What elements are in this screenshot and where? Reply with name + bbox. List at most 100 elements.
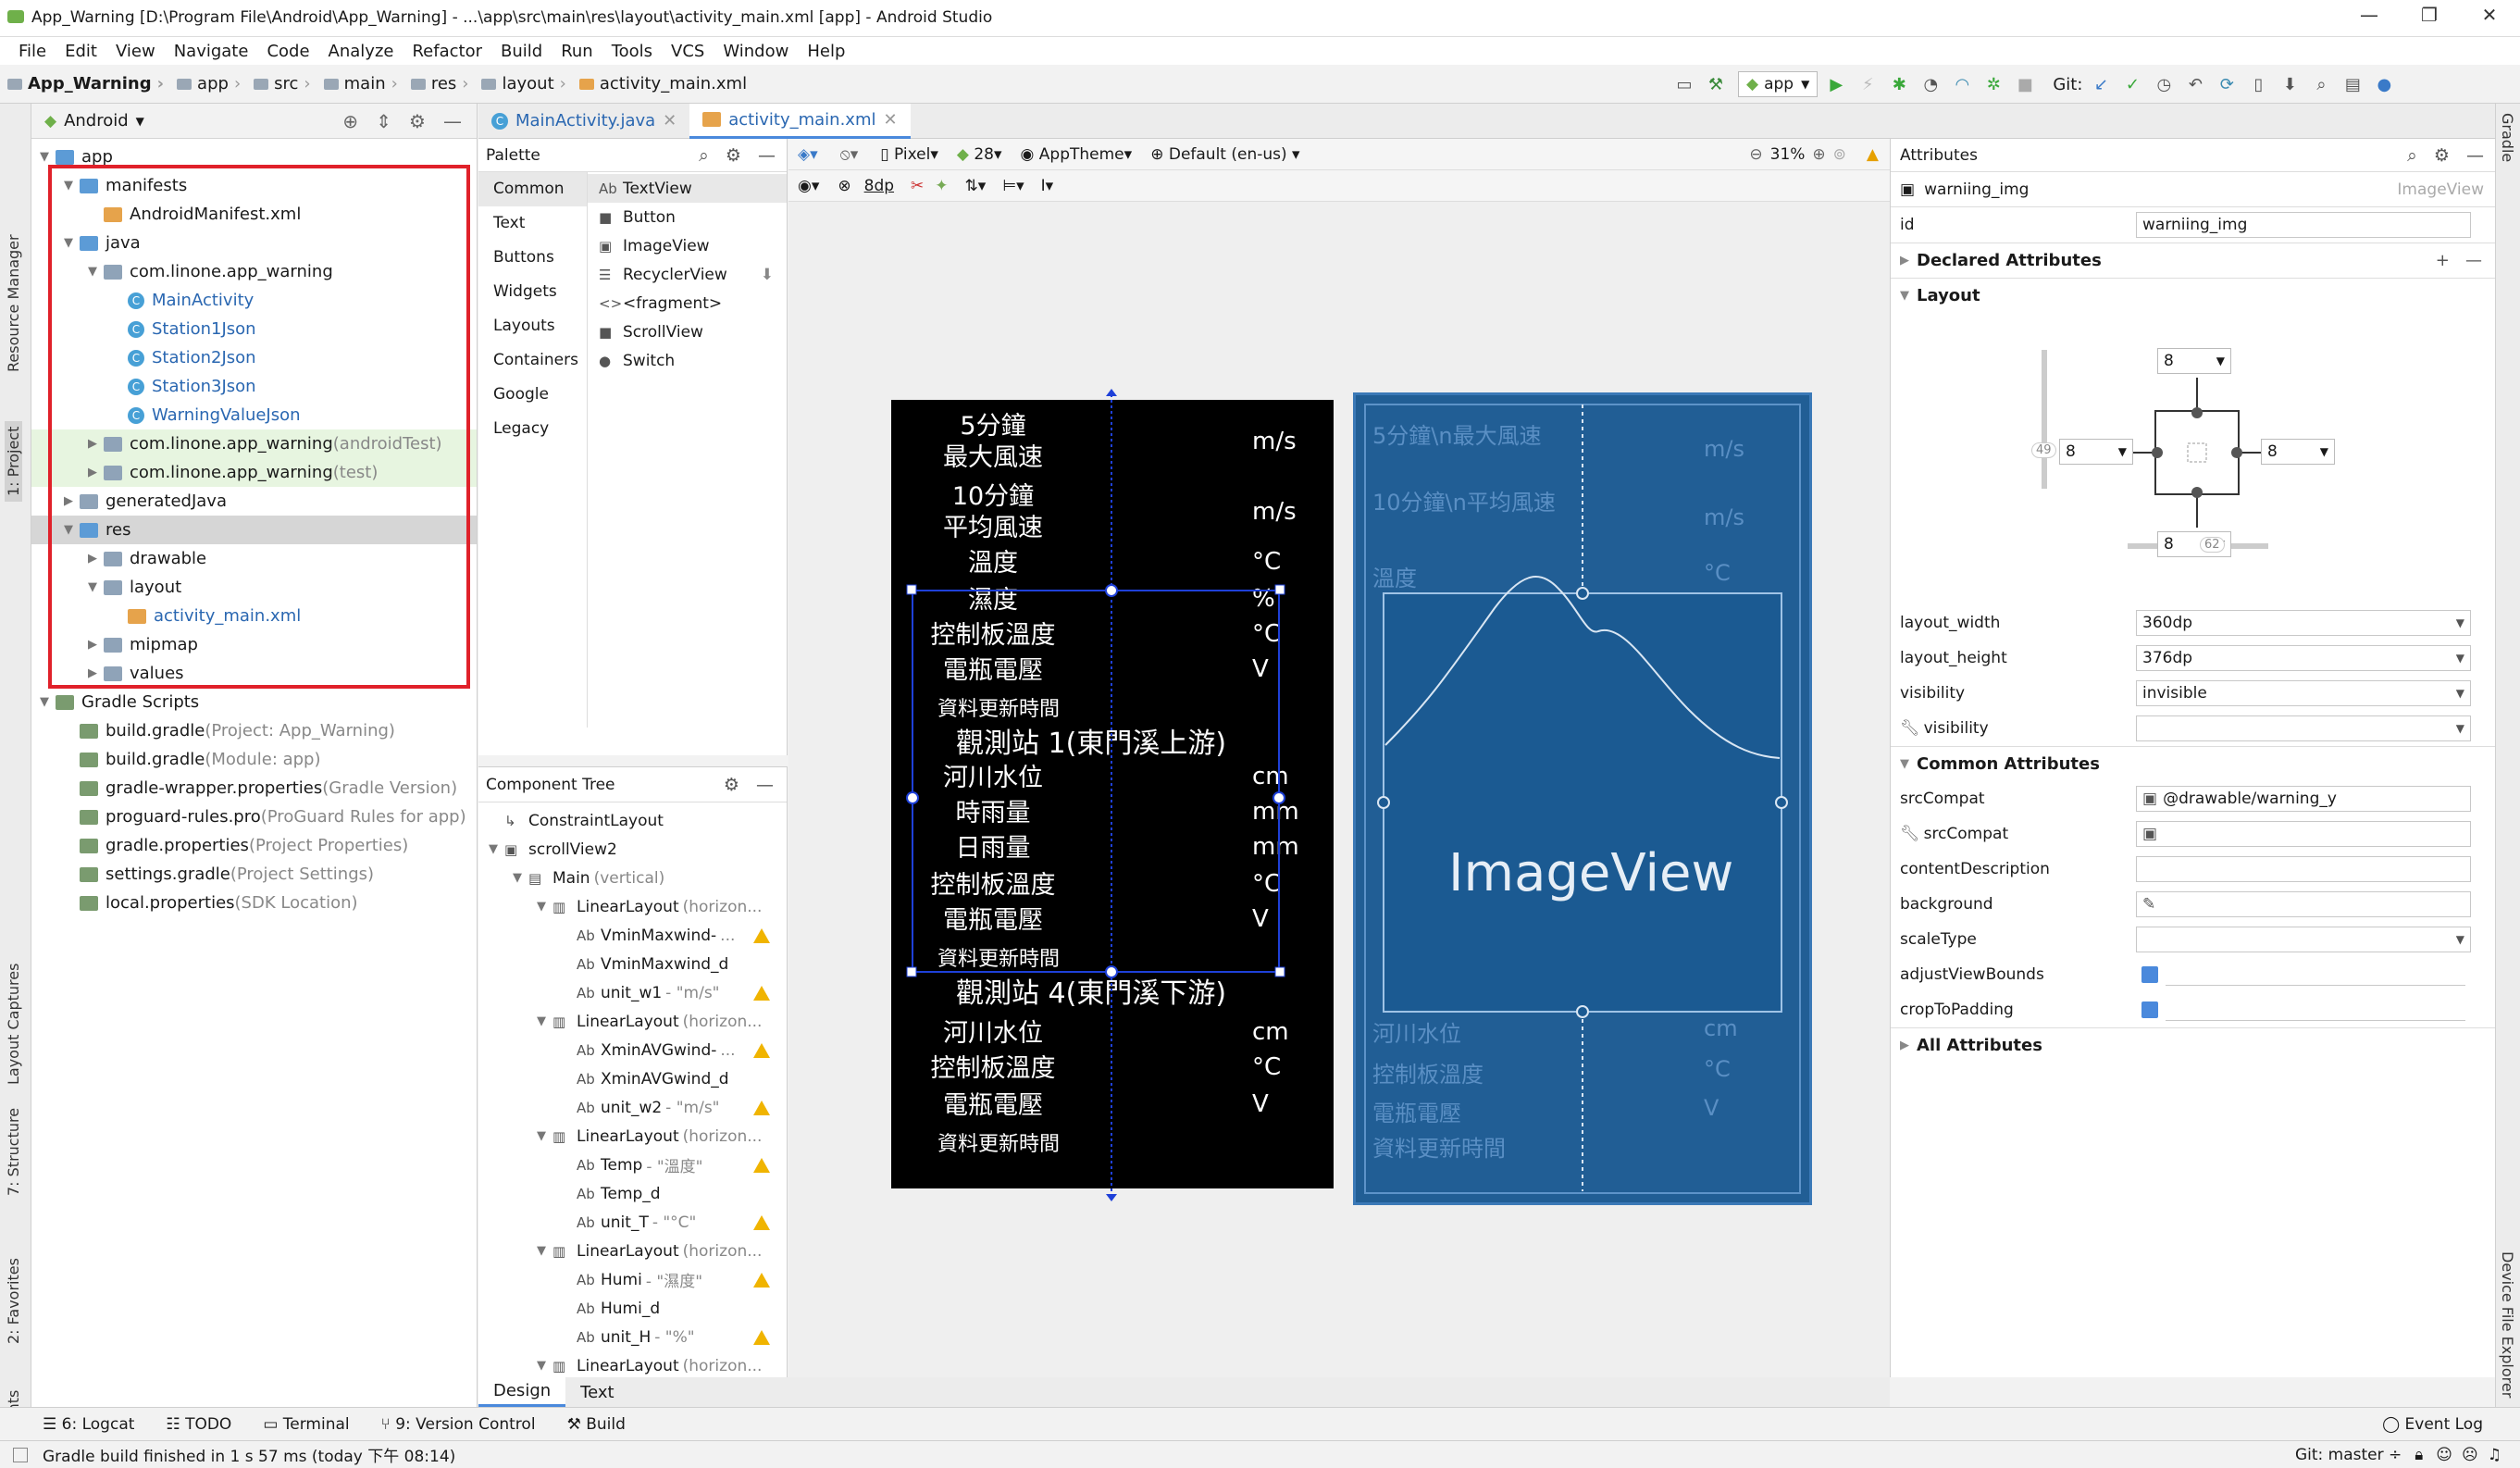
expand-arrow-icon[interactable]: ▼	[534, 900, 549, 914]
breadcrumb-item[interactable]: main ›	[323, 74, 403, 93]
component-tree-item[interactable]: Ab VminMaxwind-...	[478, 921, 787, 950]
attribute-value[interactable]: ▼	[2136, 927, 2471, 952]
zoom-in-icon[interactable]: ⊕	[1812, 145, 1825, 164]
theme-select[interactable]: ◉ AppTheme▾	[1021, 145, 1133, 164]
default-margin[interactable]: 8dp	[864, 177, 894, 195]
layout-section[interactable]: ▼ Layout	[1891, 278, 2495, 313]
search-icon[interactable]: ⌕	[699, 145, 709, 166]
declared-attributes-section[interactable]: ▶ Declared Attributes + —	[1891, 243, 2495, 278]
menu-edit[interactable]: Edit	[65, 42, 97, 61]
menu-navigate[interactable]: Navigate	[174, 42, 249, 61]
collapse-icon[interactable]: ⇕	[376, 110, 391, 132]
tab-text[interactable]: Text	[565, 1377, 628, 1407]
tab-design[interactable]: Design	[478, 1377, 566, 1407]
top-anchor[interactable]	[1576, 587, 1589, 600]
tab-terminal[interactable]: ▭ Terminal	[263, 1415, 349, 1434]
warning-icon[interactable]	[753, 1214, 770, 1230]
component-tree-item[interactable]: ▼ ▥ LinearLayout (horizon...	[478, 1351, 787, 1380]
tab-mainactivity[interactable]: C MainActivity.java ✕	[478, 104, 689, 139]
infer-constraints-icon[interactable]: ✦	[935, 177, 948, 195]
design-blueprint-icon[interactable]: ◈▾	[798, 145, 818, 164]
menu-help[interactable]: Help	[807, 42, 845, 61]
menu-window[interactable]: Window	[723, 42, 788, 61]
palette-category-layouts[interactable]: Layouts	[478, 309, 587, 343]
gear-icon[interactable]: ⚙	[2434, 145, 2450, 166]
git-update-icon[interactable]: ↙	[2088, 71, 2114, 97]
menu-run[interactable]: Run	[561, 42, 593, 61]
menu-build[interactable]: Build	[501, 42, 542, 61]
warning-icon[interactable]	[753, 1042, 770, 1058]
tab-resource-manager[interactable]: Resource Manager	[5, 234, 22, 372]
lock-icon[interactable]: 🔒︎	[2414, 1446, 2423, 1464]
profiler-icon[interactable]: ◠	[1949, 71, 1975, 97]
debug-icon[interactable]: ✱	[1886, 71, 1912, 97]
component-tree-item[interactable]: Ab Humi - "濕度"	[478, 1265, 787, 1294]
remove-icon[interactable]: —	[2465, 251, 2482, 270]
component-tree-item[interactable]: Ab unit_w1- "m/s"	[478, 978, 787, 1007]
close-icon[interactable]: ✕	[883, 110, 897, 130]
restore-icon[interactable]: ❐	[2411, 4, 2448, 31]
palette-category-legacy[interactable]: Legacy	[478, 412, 587, 446]
chevron-down-icon[interactable]: ▼	[2456, 933, 2464, 946]
chevron-down-icon[interactable]: ▼	[2456, 722, 2464, 735]
resize-handle[interactable]	[1274, 584, 1285, 595]
project-tree-item[interactable]: local.properties (SDK Location)	[31, 889, 477, 917]
menu-tools[interactable]: Tools	[612, 42, 652, 61]
warning-icon[interactable]	[753, 1100, 770, 1115]
run-icon[interactable]: ▶	[1823, 71, 1849, 97]
component-tree-item[interactable]: Ab unit_H - "%"	[478, 1323, 787, 1351]
expand-arrow-icon[interactable]: ▼	[37, 695, 52, 709]
tab-todo[interactable]: ☷ TODO	[166, 1415, 231, 1434]
palette-item[interactable]: ● Switch	[588, 346, 787, 375]
smiley-icon[interactable]: ☺	[2436, 1446, 2452, 1464]
attribute-value[interactable]: invisible ▼	[2136, 680, 2471, 706]
breadcrumb-item[interactable]: src ›	[254, 74, 316, 93]
view-options-icon[interactable]: ◉▾	[798, 177, 819, 195]
menu-view[interactable]: View	[116, 42, 155, 61]
project-tree-item[interactable]: build.gradle (Module: app)	[31, 745, 477, 774]
margin-top-select[interactable]: 8 ▼	[2157, 348, 2231, 374]
tab-structure[interactable]: 7: Structure	[5, 1108, 22, 1196]
blueprint-view[interactable]: 5分鐘\n最大風速 10分鐘\n平均風速 溫度 河川水位 控制板溫度 電瓶電壓 資料更新時間…	[1353, 392, 1812, 1205]
common-attributes-section[interactable]: ▼ Common Attributes	[1891, 746, 2495, 781]
tab-version-control[interactable]: ⑂ 9: Version Control	[381, 1415, 536, 1434]
palette-category-common[interactable]: Common	[478, 172, 587, 206]
run-config-select[interactable]: ◆ app ▼	[1738, 71, 1819, 97]
component-tree-item[interactable]: Ab Temp - "溫度"	[478, 1151, 787, 1179]
menu-analyze[interactable]: Analyze	[329, 42, 394, 61]
breadcrumb-item[interactable]: activity_main.xml	[578, 74, 747, 93]
expand-arrow-icon[interactable]: ▼	[510, 871, 525, 885]
attribute-value[interactable]: 376dp ▼	[2136, 645, 2471, 671]
expand-arrow-icon[interactable]: ▼	[534, 1014, 549, 1028]
hide-icon[interactable]: —	[758, 145, 776, 166]
expand-arrow-icon[interactable]: ▼	[534, 1359, 549, 1373]
left-anchor[interactable]	[906, 791, 919, 804]
component-tree-item[interactable]: ▼ ▤ Main (vertical)	[478, 864, 787, 892]
device-select[interactable]: ▯ Pixel▾	[880, 145, 938, 164]
download-icon[interactable]: ⬇	[761, 266, 774, 284]
chevron-down-icon[interactable]: ▼	[2456, 616, 2464, 629]
pack-icon[interactable]: ⇅▾	[965, 177, 987, 195]
component-tree-item[interactable]: ▼ ▣ scrollView2	[478, 835, 787, 864]
palette-item[interactable]: <> <fragment>	[588, 289, 787, 317]
tab-layout-captures[interactable]: Layout Captures	[5, 964, 22, 1085]
palette-item[interactable]: ■ ScrollView	[588, 317, 787, 346]
chevron-down-icon[interactable]: ▼	[2456, 687, 2464, 700]
right-anchor[interactable]	[1272, 791, 1285, 804]
color-picker-icon[interactable]: ✎	[2142, 895, 2155, 914]
hide-icon[interactable]: —	[443, 110, 462, 132]
chevron-down-icon[interactable]: ▼	[136, 115, 144, 128]
palette-item[interactable]: ▣ ImageView	[588, 231, 787, 260]
tab-build[interactable]: ⚒ Build	[567, 1415, 626, 1434]
warning-icon[interactable]	[753, 927, 770, 943]
expand-arrow-icon[interactable]: ▼	[534, 1129, 549, 1143]
hide-icon[interactable]: —	[2466, 145, 2484, 166]
component-tree-item[interactable]: ▼ ▥ LinearLayout (horizon...	[478, 1122, 787, 1151]
warning-icon[interactable]	[753, 985, 770, 1001]
sync-gradle-icon[interactable]: ⟳	[2214, 71, 2240, 97]
checkbox-icon[interactable]	[2141, 966, 2158, 983]
tab-gradle[interactable]: Gradle	[2499, 113, 2516, 162]
component-tree-item[interactable]: Ab XminAVGwind-...	[478, 1036, 787, 1064]
warning-icon[interactable]: ▲	[1867, 145, 1879, 164]
hide-icon[interactable]: —	[756, 775, 774, 795]
